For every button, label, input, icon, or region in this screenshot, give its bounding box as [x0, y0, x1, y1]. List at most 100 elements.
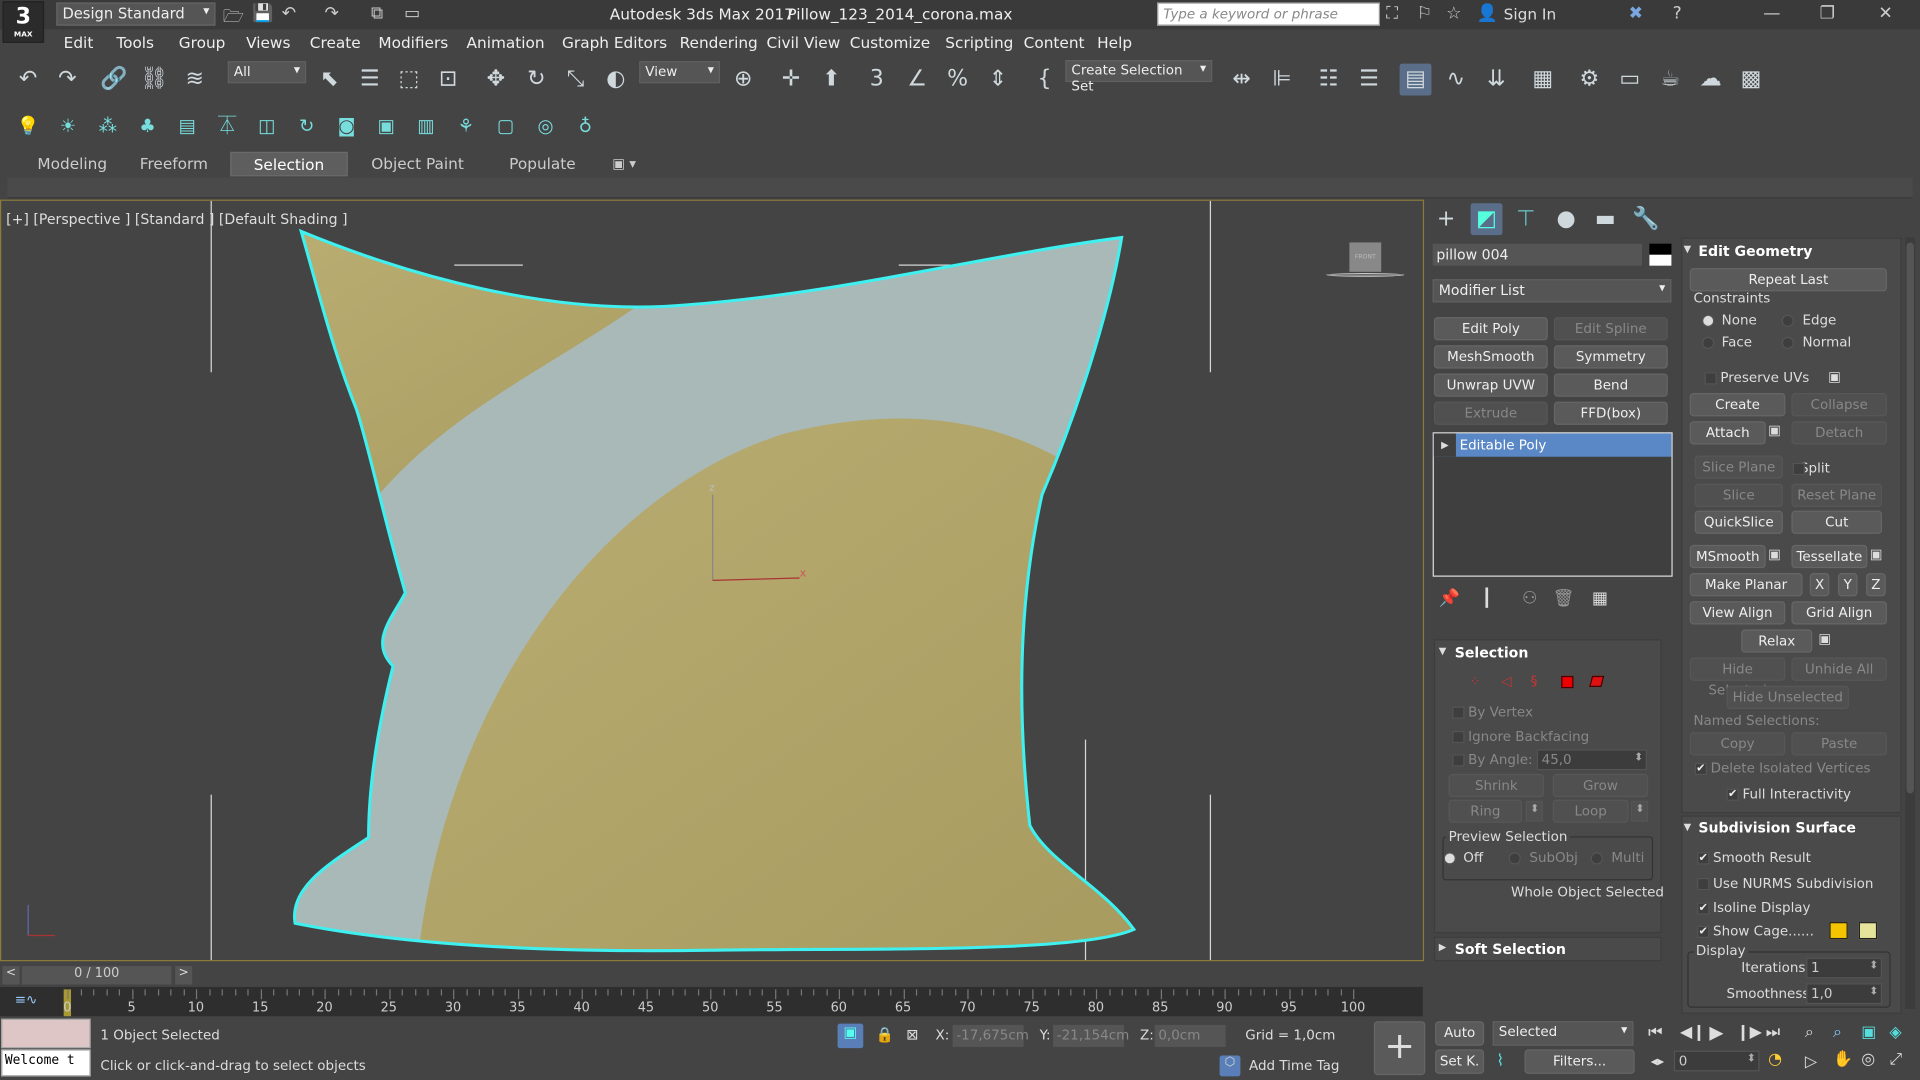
constraint-edge-radio[interactable]	[1781, 314, 1794, 327]
zoom-all-icon[interactable]: ⌕	[1833, 1024, 1842, 1042]
polygon-mode-icon[interactable]	[1561, 675, 1574, 689]
toolbar-spinner-snap-icon[interactable]: ⇕	[982, 64, 1014, 96]
modifier-stack[interactable]: ▶ Editable Poly	[1432, 432, 1673, 577]
toolbar-rotate-icon[interactable]: ↻	[520, 64, 552, 96]
toolbar-mirror-icon[interactable]: ⇹	[1226, 64, 1258, 96]
key-mode-dropdown[interactable]: Selected	[1492, 1021, 1634, 1046]
toolbar-link-icon[interactable]: 🔗	[98, 64, 130, 96]
menu-content[interactable]: Content	[1024, 33, 1085, 51]
maxscript-input[interactable]: Welcome t	[1, 1049, 91, 1077]
smoothness-spinner[interactable]: 1,0	[1806, 983, 1883, 1005]
menu-customize[interactable]: Customize	[850, 33, 930, 51]
toolbar-keyboard-shortcut-icon[interactable]: ⬆	[816, 64, 848, 96]
viewcube-ring[interactable]	[1326, 273, 1405, 277]
preview-off-radio[interactable]	[1443, 852, 1456, 865]
modify-tab-icon[interactable]: ◩	[1470, 203, 1503, 236]
toolbar2-nodes-icon[interactable]: ⚘	[450, 110, 482, 142]
by-angle-checkbox[interactable]	[1452, 754, 1465, 767]
set-key-big-button[interactable]: +	[1373, 1021, 1426, 1076]
iterations-spinner[interactable]: 1	[1806, 957, 1883, 979]
reset-plane-button[interactable]: Reset Plane	[1791, 483, 1883, 507]
workspace-dropdown[interactable]: Design Standard	[56, 2, 216, 26]
toolbar-manipulate-icon[interactable]: ✛	[775, 64, 807, 96]
preserve-uvs-settings-icon[interactable]: ▣	[1828, 369, 1841, 385]
toolbar2-table-icon[interactable]: ▤	[171, 110, 203, 142]
toolbar2-display-icon[interactable]: ▢	[490, 110, 522, 142]
communication-icon[interactable]: ⚐	[1417, 4, 1432, 24]
modifier-button-meshsmooth[interactable]: MeshSmooth	[1433, 345, 1548, 369]
time-configuration-icon[interactable]: ◔	[1768, 1051, 1782, 1069]
constraint-normal-radio[interactable]	[1781, 336, 1794, 349]
time-slider-thumb[interactable]: 0 / 100	[22, 966, 172, 985]
toolbar2-eye-icon[interactable]: ◎	[530, 110, 562, 142]
expand-icon[interactable]: ▶	[1433, 433, 1456, 457]
ring-button[interactable]: Ring	[1448, 799, 1523, 823]
ribbon-options-icon[interactable]: ▣ ▾	[612, 156, 636, 172]
user-icon[interactable]: 👤	[1477, 4, 1498, 24]
toolbar-undo-icon[interactable]: ↶	[12, 64, 44, 96]
menu-views[interactable]: Views	[246, 33, 290, 51]
toolbar-curve-editor-icon[interactable]: ∿	[1440, 64, 1472, 96]
full-interactivity-checkbox[interactable]: ✔	[1726, 788, 1739, 801]
toolbar2-shapes-icon[interactable]: ⏄	[211, 110, 243, 142]
star-icon[interactable]: ☆	[1446, 4, 1461, 24]
go-to-start-icon[interactable]: ⏮	[1648, 1024, 1662, 1042]
make-unique-icon[interactable]: ⚇	[1522, 589, 1537, 609]
toolbar-render-icon[interactable]: ☕	[1654, 64, 1686, 96]
relax-settings-icon[interactable]: ▣	[1818, 631, 1831, 647]
menu-animation[interactable]: Animation	[467, 33, 545, 51]
menu-create[interactable]: Create	[310, 33, 361, 51]
toolbar-edit-named-sets-icon[interactable]: {	[1029, 64, 1061, 96]
stack-item-editable-poly[interactable]: ▶ Editable Poly	[1433, 433, 1672, 457]
x-coordinate-field[interactable]: -17,675cm	[952, 1024, 1029, 1047]
edit-geometry-title[interactable]: Edit Geometry	[1698, 242, 1812, 259]
exchange-icon[interactable]: ✖	[1629, 4, 1643, 24]
sign-in-link[interactable]: Sign In	[1504, 5, 1556, 23]
play-icon[interactable]: ▶	[1709, 1021, 1723, 1043]
subdivision-title[interactable]: Subdivision Surface	[1698, 819, 1856, 836]
selection-filter-dropdown[interactable]: All	[227, 61, 307, 84]
search-input[interactable]: Type a keyword or phrase	[1157, 2, 1381, 26]
tab-populate[interactable]: Populate	[495, 152, 591, 176]
collapse-button[interactable]: Collapse	[1791, 393, 1887, 417]
maximize-icon[interactable]: ❐	[1820, 4, 1835, 24]
toolbar-rendered-frame-icon[interactable]: ▭	[1614, 64, 1646, 96]
named-selection-set-dropdown[interactable]: Create Selection Set	[1065, 60, 1213, 94]
help-icon[interactable]: ?	[1673, 4, 1682, 24]
maxscript-listener-mini[interactable]	[1, 1018, 91, 1049]
toolbar2-bulb-icon[interactable]: ♁	[569, 110, 601, 142]
command-panel-scrollbar[interactable]	[1905, 237, 1916, 1009]
x-button[interactable]: X	[1809, 573, 1830, 597]
toolbar-select-by-name-icon[interactable]: ☰	[354, 64, 386, 96]
toolbar-ribbon-toggle-icon[interactable]: ▤	[1399, 63, 1432, 96]
toolbar2-render-region-icon[interactable]: ▥	[410, 110, 442, 142]
toolbar-move-icon[interactable]: ✥	[480, 64, 512, 96]
menu-tools[interactable]: Tools	[116, 33, 154, 51]
paste-button[interactable]: Paste	[1791, 732, 1887, 756]
tab-freeform[interactable]: Freeform	[127, 152, 220, 176]
edge-mode-icon[interactable]: ◁	[1501, 673, 1511, 689]
modifier-button-extrude[interactable]: Extrude	[1433, 401, 1548, 425]
menu-graph-editors[interactable]: Graph Editors	[562, 33, 667, 51]
curve-editor-icon[interactable]: ≡∿	[15, 992, 38, 1008]
toolbar-angle-snap-icon[interactable]: ∠	[901, 64, 933, 96]
key-filters-button[interactable]: Filters...	[1524, 1049, 1635, 1074]
copy-button[interactable]: Copy	[1689, 732, 1786, 756]
loop-button[interactable]: Loop	[1552, 799, 1629, 823]
msmooth-button[interactable]: MSmooth	[1689, 544, 1766, 569]
toolbar-select-object-icon[interactable]: ⬉	[313, 64, 345, 96]
object-color-swatch[interactable]	[1649, 243, 1672, 266]
menu-group[interactable]: Group	[179, 33, 226, 51]
selection-rollout-title[interactable]: Selection	[1455, 644, 1529, 661]
angle-spinner[interactable]: 45,0	[1536, 749, 1647, 771]
quickslice-button[interactable]: QuickSlice	[1694, 510, 1783, 534]
collapse-icon[interactable]: ▼	[1684, 822, 1692, 833]
vertex-mode-icon[interactable]: ⁘	[1469, 673, 1480, 689]
cage-color-swatch-1[interactable]	[1829, 922, 1848, 940]
minimize-icon[interactable]: —	[1763, 4, 1780, 24]
isoline-display-checkbox[interactable]: ✔	[1697, 902, 1710, 915]
constraint-face-radio[interactable]	[1702, 336, 1715, 349]
toolbar2-frame-icon[interactable]: ▣	[370, 110, 402, 142]
grid-align-button[interactable]: Grid Align	[1791, 601, 1887, 625]
modifier-button-symmetry[interactable]: Symmetry	[1553, 345, 1668, 369]
